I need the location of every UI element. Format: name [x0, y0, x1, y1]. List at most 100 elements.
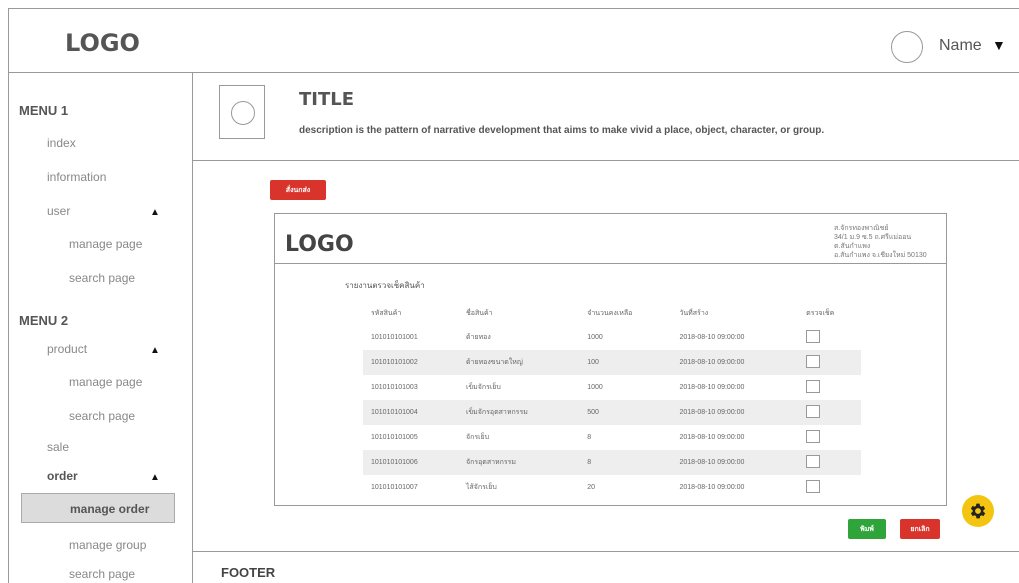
sidebar-item-product-manage-page[interactable]: manage page	[69, 375, 142, 389]
sidebar-item-manage-order-active[interactable]: manage order	[21, 493, 175, 523]
cell-date: 2018-08-10 09:00:00	[671, 450, 799, 475]
print-button[interactable]: พิมพ์	[848, 519, 886, 539]
table-row: 101010101004 เข็มจักรอุตสาหกรรม 500 2018…	[363, 400, 861, 425]
table-header-row: รหัสสินค้า ชื่อสินค้า จำนวนคงเหลือ วันที…	[363, 301, 861, 325]
cell-check	[798, 350, 861, 375]
cell-qty: 100	[579, 350, 672, 375]
cell-date: 2018-08-10 09:00:00	[671, 400, 799, 425]
cell-check	[798, 325, 861, 350]
cell-qty: 1000	[587, 384, 603, 391]
cell-check	[798, 475, 861, 500]
footer-divider	[193, 551, 1019, 552]
report-panel: LOGO ส.จักรทองพาณิชย์ 34/1 ม.9 ซ.5 ถ.ศรี…	[274, 213, 947, 506]
cell-name: ไส้จักรเย็บ	[465, 484, 497, 491]
cell-code: 101010101007	[371, 484, 418, 491]
sidebar-item-information[interactable]: information	[47, 170, 106, 184]
sidebar-item-user[interactable]: user	[47, 204, 70, 218]
sidebar-item-product-search-page[interactable]: search page	[69, 409, 135, 423]
cell-check	[798, 400, 861, 425]
column-header: ชื่อสินค้า	[457, 301, 580, 325]
sidebar-menu1-heading: MENU 1	[19, 103, 69, 118]
product-collapse-arrow-icon[interactable]: ▲	[150, 345, 160, 356]
table-row: 101010101002 ด้ายทองขนาดใหญ่ 100 2018-08…	[363, 350, 861, 375]
cell-check	[798, 425, 861, 450]
table-row: 101010101006 จักรอุตสาหกรรม 8 2018-08-10…	[363, 450, 861, 475]
cell-qty: 8	[579, 450, 672, 475]
sidebar-menu2-heading: MENU 2	[19, 313, 69, 328]
sidebar-item-manage-order-label: manage order	[70, 502, 150, 516]
cell-code: 101010101004	[363, 400, 458, 425]
column-header: ตรวจเช็ค	[798, 301, 861, 325]
report-logo: LOGO	[285, 232, 354, 257]
sidebar-item-order[interactable]: order	[47, 469, 78, 483]
check-checkbox[interactable]	[806, 405, 821, 418]
sidebar-item-user-manage-page[interactable]: manage page	[69, 237, 142, 251]
report-address-line: 34/1 ม.9 ซ.5 ถ.ศรีแม่ออน ต.สันกำแพง	[834, 234, 912, 250]
check-checkbox[interactable]	[806, 480, 821, 493]
report-address-line: อ.สันกำแพง จ.เชียงใหม่ 50130	[834, 252, 927, 259]
cell-name: ด้ายทองขนาดใหญ่	[457, 350, 580, 375]
report-address-line: ส.จักรทองพาณิชย์	[834, 225, 889, 232]
header-logo[interactable]: LOGO	[65, 29, 140, 57]
cell-name: เข็มจักรเย็บ	[465, 384, 501, 391]
cell-qty: 8	[587, 434, 592, 441]
page: LOGO Name ▼ MENU 1 index information use…	[8, 8, 1019, 583]
table-row: 101010101003 เข็มจักรเย็บ 1000 2018-08-1…	[363, 375, 861, 400]
column-header: จำนวนคงเหลือ	[579, 301, 672, 325]
user-menu-caret-icon[interactable]: ▼	[992, 37, 1006, 53]
settings-fab[interactable]	[962, 495, 994, 527]
cell-name: จักรอุตสาหกรรม	[457, 450, 580, 475]
sidebar-item-order-search-page[interactable]: search page	[69, 567, 135, 581]
sidebar-item-manage-group[interactable]: manage group	[69, 538, 146, 552]
content-divider	[193, 160, 1019, 161]
image-placeholder-icon	[231, 101, 255, 125]
check-checkbox[interactable]	[806, 455, 821, 468]
cell-check	[798, 375, 861, 400]
sidebar-item-product[interactable]: product	[47, 342, 87, 356]
cell-qty: 1000	[587, 334, 603, 341]
sidebar-item-user-search-page[interactable]: search page	[69, 271, 135, 285]
report-address: ส.จักรทองพาณิชย์ 34/1 ม.9 ซ.5 ถ.ศรีแม่ออ…	[834, 224, 944, 260]
page-title: TITLE	[299, 89, 355, 110]
cell-code: 101010101005	[371, 434, 418, 441]
top-header: LOGO Name ▼	[9, 9, 1019, 73]
footer: FOOTER	[221, 565, 276, 580]
order-collapse-arrow-icon[interactable]: ▲	[150, 472, 160, 483]
cell-check	[798, 450, 861, 475]
stock-check-table: รหัสสินค้า ชื่อสินค้า จำนวนคงเหลือ วันที…	[363, 301, 861, 500]
table-row: 101010101001 ด้ายทอง 1000 2018-08-10 09:…	[363, 325, 861, 350]
title-image-placeholder	[219, 85, 265, 139]
cell-name: จักรเย็บ	[465, 434, 490, 441]
order-action-button[interactable]: สั่งนกส่ง	[270, 180, 326, 200]
report-divider	[275, 263, 946, 264]
sidebar-item-sale[interactable]: sale	[47, 440, 69, 454]
user-name[interactable]: Name	[939, 37, 982, 55]
check-checkbox[interactable]	[806, 380, 821, 393]
table-row: 101010101007 ไส้จักรเย็บ 20 2018-08-10 0…	[363, 475, 861, 500]
table-row: 101010101005 จักรเย็บ 8 2018-08-10 09:00…	[363, 425, 861, 450]
cell-name: เข็มจักรอุตสาหกรรม	[457, 400, 580, 425]
check-checkbox[interactable]	[806, 330, 821, 343]
user-collapse-arrow-icon[interactable]: ▲	[150, 207, 160, 218]
cell-qty: 20	[587, 484, 596, 491]
check-checkbox[interactable]	[806, 430, 821, 443]
cell-name: ด้ายทอง	[465, 334, 491, 341]
cell-date: 2018-08-10 09:00:00	[679, 334, 745, 341]
page-description: description is the pattern of narrative …	[299, 125, 825, 136]
column-header: รหัสสินค้า	[363, 301, 458, 325]
cell-date: 2018-08-10 09:00:00	[671, 350, 799, 375]
column-header: วันที่สร้าง	[671, 301, 799, 325]
check-checkbox[interactable]	[806, 355, 821, 368]
avatar[interactable]	[891, 31, 923, 63]
gear-icon	[970, 503, 986, 519]
cell-code: 101010101006	[363, 450, 458, 475]
sidebar: MENU 1 index information user ▲ manage p…	[9, 73, 193, 583]
cell-qty: 500	[579, 400, 672, 425]
cell-code: 101010101001	[371, 334, 418, 341]
cell-code: 101010101002	[363, 350, 458, 375]
cancel-button[interactable]: ยกเลิก	[900, 519, 940, 539]
cell-code: 101010101003	[371, 384, 418, 391]
sidebar-item-index[interactable]: index	[47, 136, 76, 150]
cell-date: 2018-08-10 09:00:00	[679, 484, 745, 491]
cell-date: 2018-08-10 09:00:00	[679, 434, 745, 441]
